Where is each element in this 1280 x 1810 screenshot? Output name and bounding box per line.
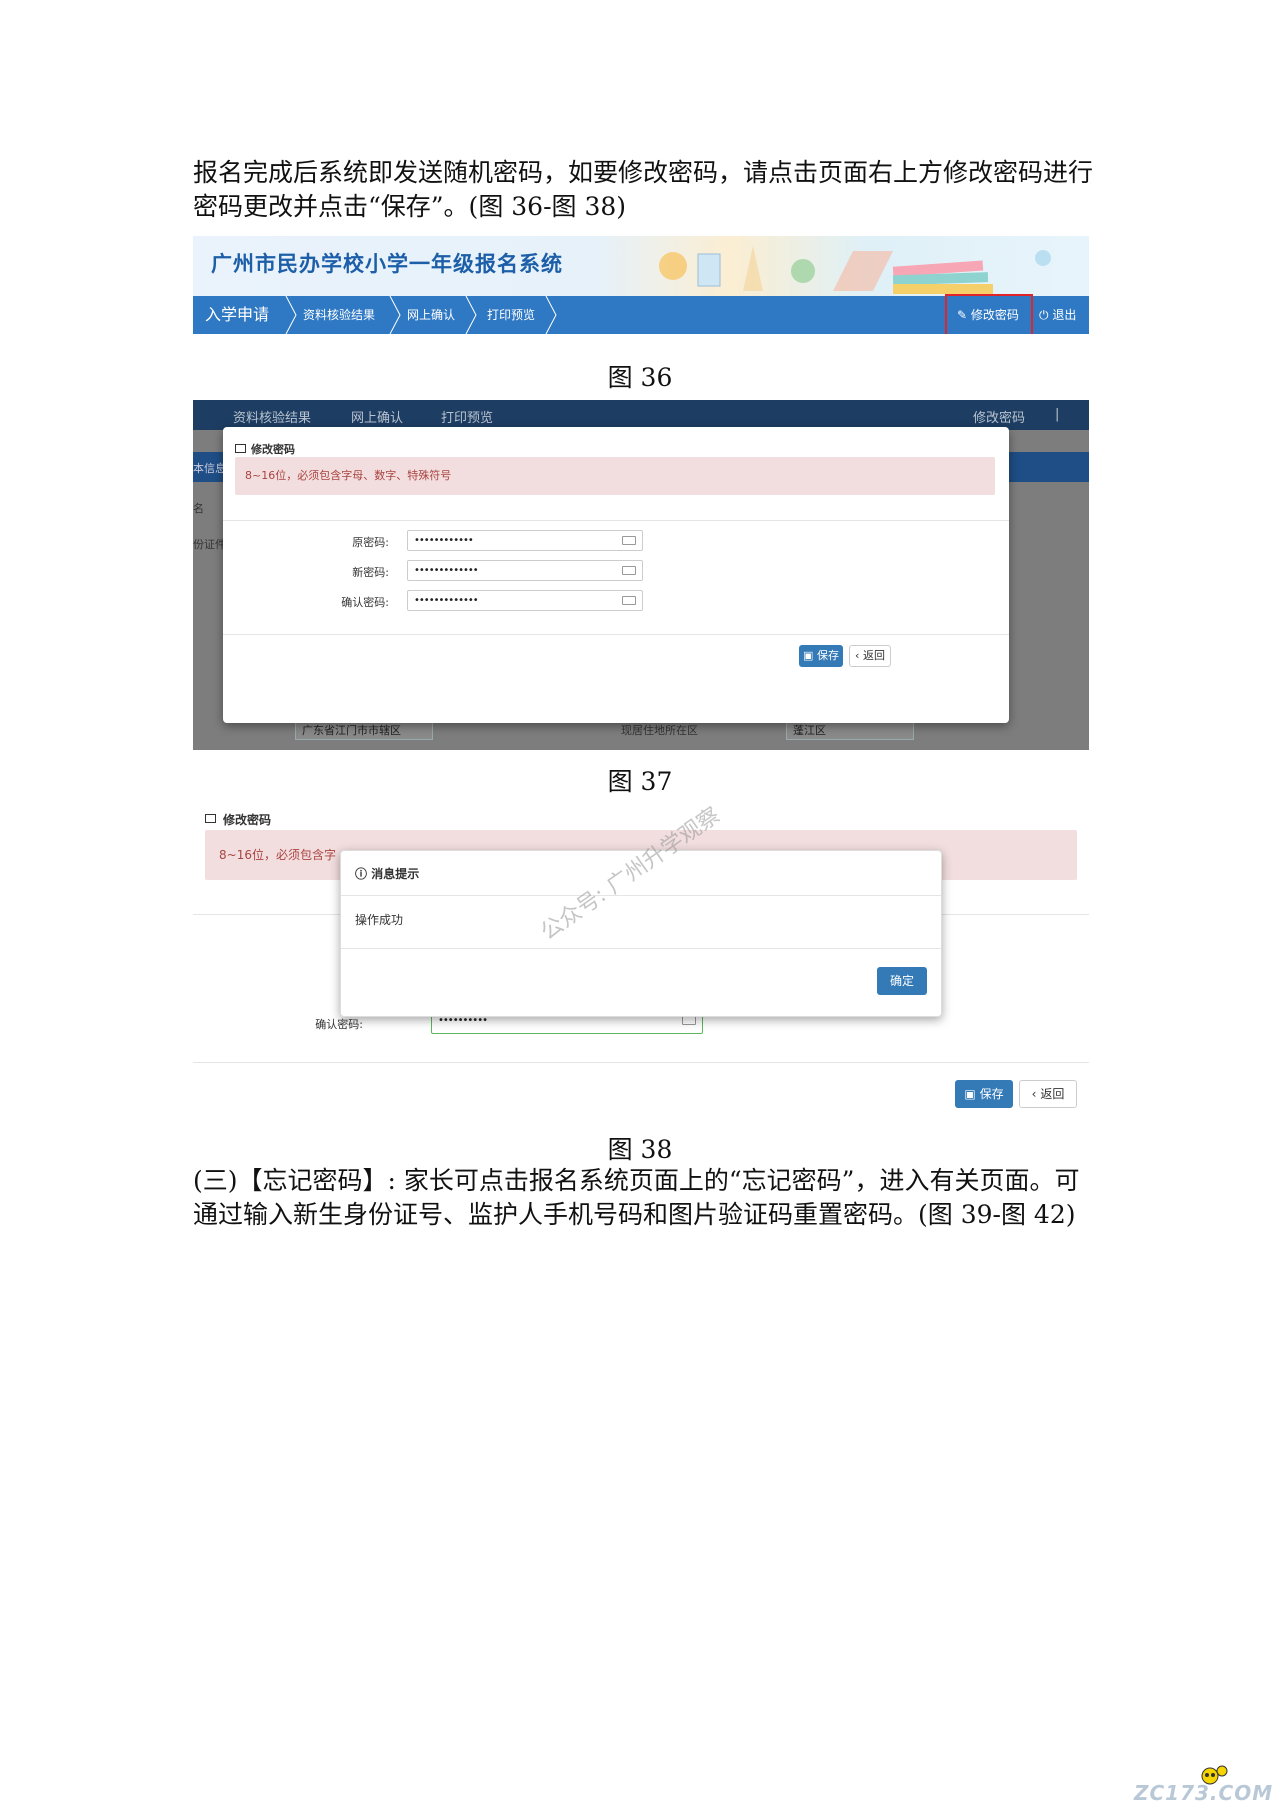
divider bbox=[223, 634, 1009, 635]
modal-title: 修改密码 bbox=[251, 443, 295, 456]
power-icon: ⏻ bbox=[1039, 308, 1049, 322]
dim-nav-item: 网上确认 bbox=[351, 411, 404, 426]
info-icon: ⓘ bbox=[355, 867, 368, 881]
caption-fig36: 图 36 bbox=[607, 363, 673, 392]
dim-district-field: 蓬江区 bbox=[786, 722, 914, 740]
dim-nav-item: 资料核验结果 bbox=[233, 411, 312, 426]
save-button[interactable]: ▣ 保存 bbox=[799, 645, 843, 667]
site-logo: ZC173.COM bbox=[1134, 1765, 1274, 1805]
keyboard-icon[interactable] bbox=[682, 1016, 696, 1025]
confirm-password-label: 确认密码: bbox=[341, 596, 389, 609]
divider bbox=[341, 948, 941, 949]
caption-fig37: 图 37 bbox=[607, 767, 673, 796]
figure-36-screenshot: 广州市民办学校小学一年级报名系统 入学申请 资料核验结果 网上确认 打印预览 ✎… bbox=[193, 236, 1089, 334]
modal-title: 修改密码 bbox=[223, 813, 272, 827]
keyboard-icon[interactable] bbox=[622, 566, 636, 575]
dim-left-fragment: 名 bbox=[193, 502, 204, 515]
new-password-input[interactable]: ••••••••••••• bbox=[407, 560, 643, 581]
dim-change-password: 修改密码 bbox=[973, 411, 1026, 426]
old-password-value: •••••••••••• bbox=[414, 535, 474, 546]
divider bbox=[341, 895, 941, 896]
chevron-right-icon bbox=[285, 296, 297, 334]
nav-print-preview[interactable]: 打印预览 bbox=[487, 296, 535, 334]
chevron-left-icon: ‹ bbox=[1031, 1087, 1037, 1101]
nav-online-confirm[interactable]: 网上确认 bbox=[407, 296, 455, 334]
floppy-icon: ▣ bbox=[964, 1087, 976, 1101]
keyboard-icon[interactable] bbox=[622, 596, 636, 605]
caption-fig38: 图 38 bbox=[607, 1135, 673, 1164]
floppy-icon: ▣ bbox=[803, 649, 814, 662]
window-icon bbox=[205, 814, 216, 823]
chevron-left-icon: ‹ bbox=[855, 649, 860, 662]
logout-link[interactable]: ⏻ 退出 bbox=[1039, 296, 1076, 334]
system-banner: 广州市民办学校小学一年级报名系统 bbox=[193, 236, 1089, 296]
dim-left-fragment: 份证件 bbox=[193, 538, 226, 551]
window-icon bbox=[235, 444, 246, 453]
system-title: 广州市民办学校小学一年级报名系统 bbox=[211, 252, 563, 276]
logo-text: ZC173.COM bbox=[1134, 1781, 1274, 1805]
figure-37-screenshot: 资料核验结果 网上确认 打印预览 修改密码 | 本信息 名 份证件 广东省江门市… bbox=[193, 400, 1089, 750]
save-label: 保存 bbox=[979, 1087, 1004, 1101]
back-label: 返回 bbox=[1040, 1087, 1065, 1101]
divider bbox=[223, 520, 1009, 521]
confirm-password-value: ••••••••••••• bbox=[414, 595, 479, 606]
message-dialog-title: 消息提示 bbox=[371, 867, 420, 881]
divider bbox=[193, 1062, 1089, 1063]
new-password-label: 新密码: bbox=[352, 566, 389, 579]
new-password-value: ••••••••••••• bbox=[414, 565, 479, 576]
old-password-label: 原密码: bbox=[352, 536, 389, 549]
back-label: 返回 bbox=[862, 649, 885, 662]
dim-address-field: 广东省江门市市辖区 bbox=[295, 722, 433, 740]
message-dialog-header: ⓘ 消息提示 bbox=[355, 865, 419, 882]
change-password-modal: 修改密码 8~16位，必须包含字母、数字、特殊符号 原密码: •••••••••… bbox=[223, 427, 1009, 723]
figure-38-screenshot: 修改密码 8~16位，必须包含字 确认密码: •••••••••• ▣ 保存 ‹… bbox=[193, 800, 1089, 1115]
intro-paragraph: 报名完成后系统即发送随机密码，如要修改密码，请点击页面右上方修改密码进行密码更改… bbox=[193, 158, 1094, 221]
nav-apply[interactable]: 入学申请 bbox=[205, 296, 269, 334]
keyboard-icon[interactable] bbox=[622, 536, 636, 545]
password-hint-alert: 8~16位，必须包含字母、数字、特殊符号 bbox=[235, 457, 995, 495]
dim-nav-item: 打印预览 bbox=[441, 411, 494, 426]
confirm-password-input[interactable]: ••••••••••••• bbox=[407, 590, 643, 611]
dimmed-nav-bar: 资料核验结果 网上确认 打印预览 修改密码 | bbox=[193, 400, 1089, 430]
highlight-box bbox=[945, 294, 1033, 334]
message-body: 操作成功 bbox=[355, 913, 404, 927]
back-button[interactable]: ‹ 返回 bbox=[1019, 1080, 1077, 1108]
dim-divider: | bbox=[1055, 407, 1060, 422]
old-password-input[interactable]: •••••••••••• bbox=[407, 530, 643, 551]
save-button[interactable]: ▣ 保存 bbox=[955, 1080, 1013, 1108]
forgot-password-paragraph: (三)【忘记密码】: 家长可点击报名系统页面上的“忘记密码”，进入有关页面。可通… bbox=[193, 1166, 1080, 1229]
logout-label: 退出 bbox=[1052, 308, 1077, 322]
nav-verify-result[interactable]: 资料核验结果 bbox=[303, 296, 375, 334]
confirm-password-label: 确认密码: bbox=[315, 1018, 363, 1031]
dim-left-fragment: 本信息 bbox=[193, 462, 226, 475]
chevron-right-icon bbox=[389, 296, 401, 334]
save-label: 保存 bbox=[816, 649, 839, 662]
banner-illustration bbox=[659, 246, 1051, 294]
back-button[interactable]: ‹ 返回 bbox=[849, 645, 891, 667]
chevron-right-icon bbox=[545, 296, 557, 334]
ok-button[interactable]: 确定 bbox=[877, 967, 927, 995]
dim-label: 现居住地所在区 bbox=[621, 724, 698, 737]
chevron-right-icon bbox=[465, 296, 477, 334]
